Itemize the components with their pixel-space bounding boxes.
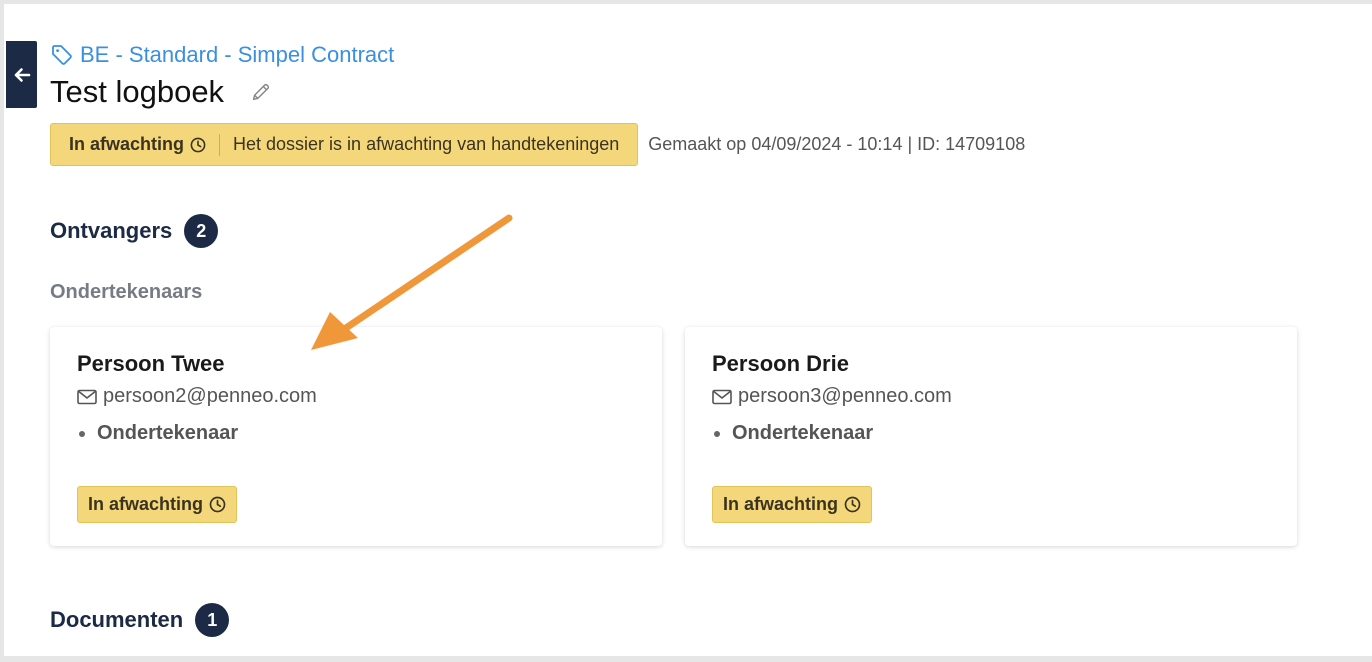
- created-meta: Gemaakt op 04/09/2024 - 10:14 | ID: 1470…: [648, 134, 1026, 154]
- contract-type-label: BE - Standard - Simpel Contract: [80, 42, 395, 67]
- envelope-icon: [77, 389, 97, 404]
- recipient-status-text: In afwachting: [88, 494, 204, 514]
- page-title: Test logboek: [50, 74, 225, 109]
- recipient-role: Ondertekenaar: [77, 422, 635, 445]
- status-row: In afwachting Het dossier is in afwachti…: [50, 123, 1025, 166]
- recipients-count-badge: 2: [184, 214, 219, 248]
- clock-icon: [844, 496, 861, 513]
- recipient-card[interactable]: Persoon Drie persoon3@penneo.com Onderte…: [685, 327, 1297, 546]
- pencil-icon: [252, 83, 270, 101]
- recipient-name: Persoon Drie: [712, 351, 849, 376]
- recipient-status-badge: In afwachting: [712, 486, 873, 523]
- recipients-heading-text: Ontvangers: [50, 218, 173, 243]
- contract-type-link[interactable]: BE - Standard - Simpel Contract: [50, 42, 394, 68]
- status-message: Het dossier is in afwachting van handtek…: [233, 134, 620, 154]
- back-button[interactable]: [6, 41, 37, 108]
- recipient-card[interactable]: Persoon Twee persoon2@penneo.com Onderte…: [50, 327, 662, 546]
- envelope-icon: [712, 389, 732, 404]
- recipient-role: Ondertekenaar: [712, 422, 1270, 445]
- recipient-email: persoon2@penneo.com: [77, 385, 635, 408]
- signers-subheading: Ondertekenaars: [50, 281, 203, 303]
- recipient-role-text: Ondertekenaar: [97, 422, 239, 444]
- status-label: In afwachting: [69, 134, 206, 155]
- status-label-text: In afwachting: [69, 134, 185, 154]
- bullet: [714, 430, 720, 437]
- documents-heading-text: Documenten: [50, 607, 184, 632]
- recipient-status-text: In afwachting: [723, 494, 839, 514]
- title-row: Test logboek: [50, 74, 272, 110]
- arrow-left-icon: [14, 67, 30, 82]
- recipient-email-text: persoon2@penneo.com: [103, 385, 317, 407]
- recipient-status-badge: In afwachting: [77, 486, 238, 523]
- recipient-email: persoon3@penneo.com: [712, 385, 1270, 408]
- recipient-email-text: persoon3@penneo.com: [738, 385, 952, 407]
- clock-icon: [190, 137, 206, 152]
- recipient-role-text: Ondertekenaar: [732, 422, 874, 444]
- tag-icon: [52, 45, 72, 65]
- recipient-name: Persoon Twee: [77, 351, 225, 376]
- page: BE - Standard - Simpel Contract Test log…: [4, 4, 1372, 656]
- edit-title-button[interactable]: [250, 81, 272, 103]
- clock-icon: [209, 496, 226, 513]
- documents-count-badge: 1: [195, 603, 230, 637]
- status-banner: In afwachting Het dossier is in afwachti…: [50, 123, 639, 166]
- bullet: [79, 430, 85, 437]
- status-divider: [219, 133, 221, 156]
- documents-heading: Documenten 1: [50, 603, 230, 637]
- recipients-heading: Ontvangers 2: [50, 214, 219, 248]
